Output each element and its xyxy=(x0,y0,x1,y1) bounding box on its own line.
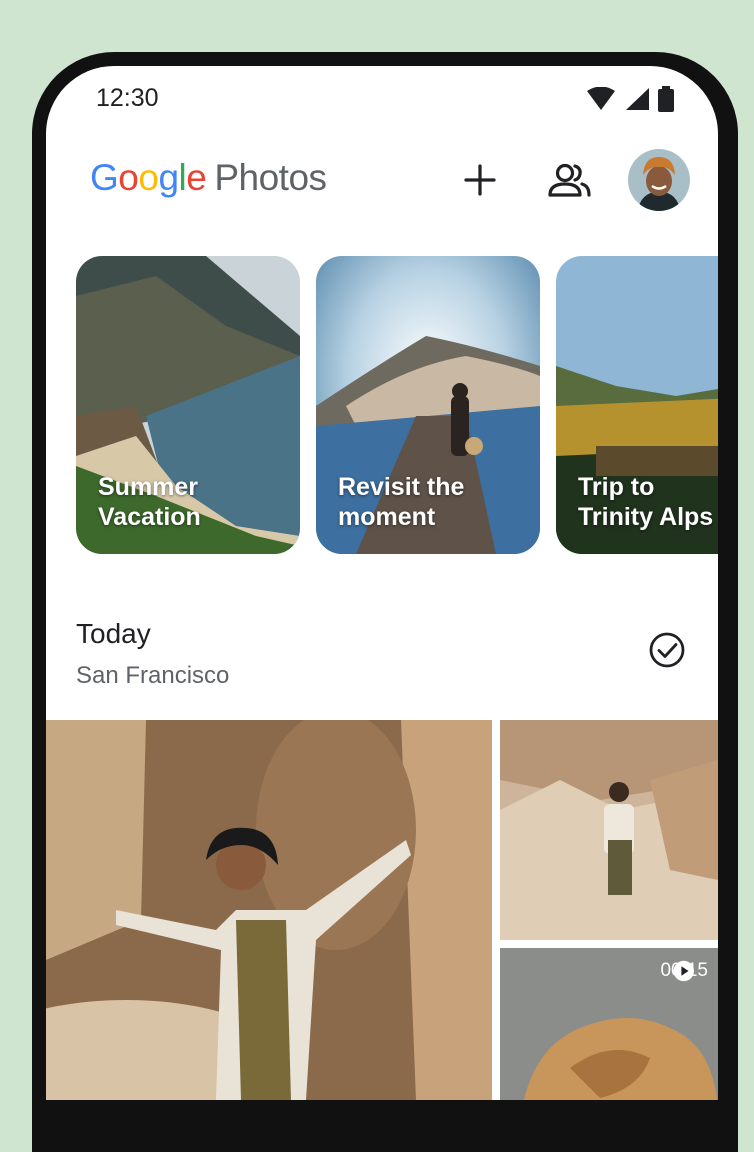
photo-tile[interactable] xyxy=(500,720,718,940)
memory-card[interactable]: Revisit the moment xyxy=(316,256,540,554)
memory-card[interactable]: Trip to Trinity Alps xyxy=(556,256,718,554)
memories-carousel: Summer Vacation Revisit the moment Trip … xyxy=(76,256,718,556)
wifi-icon xyxy=(587,87,615,110)
play-icon xyxy=(674,960,695,982)
logo-letter: G xyxy=(90,157,119,198)
photo-woman-walking xyxy=(500,720,718,940)
add-icon[interactable] xyxy=(460,160,500,200)
status-icons xyxy=(586,86,674,112)
section-title: Today xyxy=(76,618,151,649)
avatar-image xyxy=(628,149,690,211)
logo-letter: g xyxy=(158,157,179,198)
photo-woman-rocks xyxy=(46,720,492,1100)
status-time: 12:30 xyxy=(96,84,159,112)
app-bar: Google Photos xyxy=(46,146,718,216)
video-duration-badge: 00:15 xyxy=(660,960,708,982)
signal-icon xyxy=(626,88,649,110)
memory-title: Summer Vacation xyxy=(98,473,201,531)
logo-product-name: Photos xyxy=(214,157,327,198)
date-section-header: Today San Francisco xyxy=(76,618,696,698)
memory-card[interactable]: Summer Vacation xyxy=(76,256,300,554)
google-photos-logo: Google Photos xyxy=(90,157,327,199)
logo-letter: o xyxy=(138,157,159,198)
shared-people-icon[interactable] xyxy=(546,160,592,200)
status-bar: 12:30 xyxy=(46,66,718,130)
section-location: San Francisco xyxy=(76,662,230,689)
memory-title: Trip to Trinity Alps xyxy=(578,473,714,531)
account-avatar[interactable] xyxy=(628,149,690,211)
video-tile[interactable]: 00:15 xyxy=(500,948,718,1100)
phone-screen: 12:30 Google Photos Summer Vacation Revi… xyxy=(46,66,718,1100)
battery-icon xyxy=(658,86,674,112)
logo-letter: e xyxy=(186,157,207,198)
logo-letter: o xyxy=(118,157,139,198)
photo-grid: 00:15 xyxy=(46,720,718,1100)
photo-tile[interactable] xyxy=(46,720,492,1100)
memory-title: Revisit the moment xyxy=(338,473,465,531)
check-circle-icon[interactable] xyxy=(647,630,687,670)
